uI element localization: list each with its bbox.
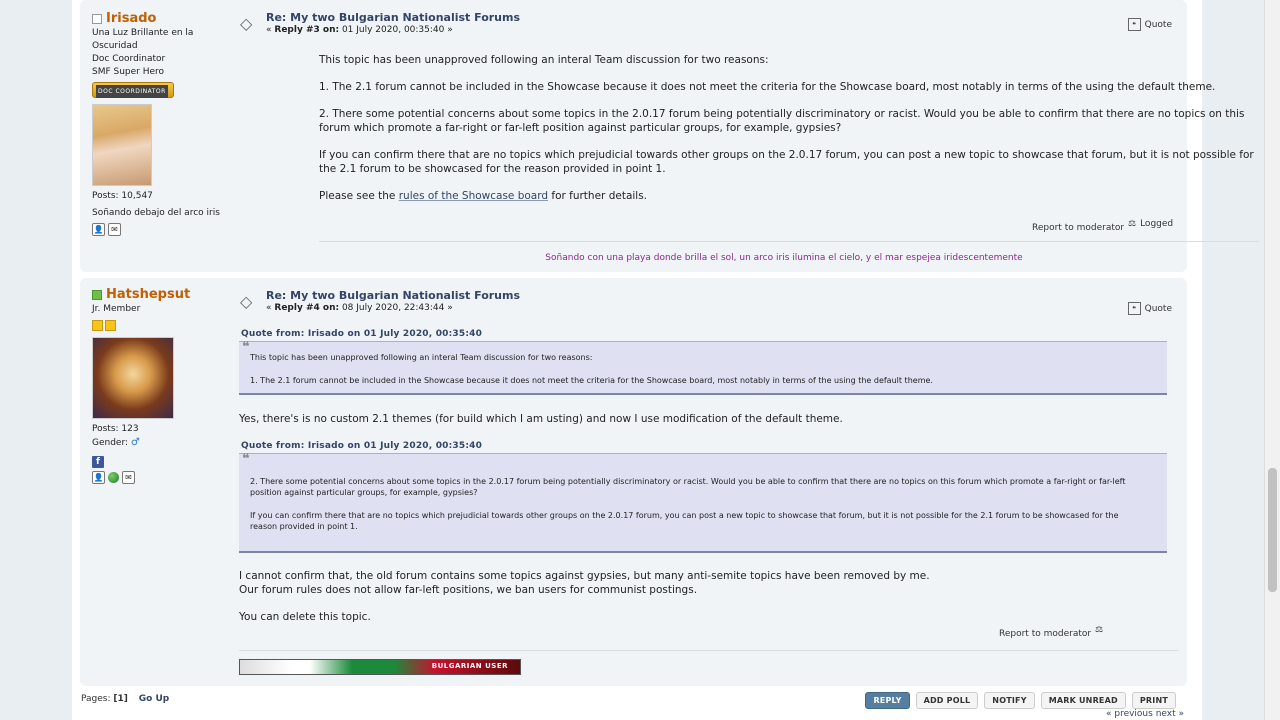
poster-position: Doc Coordinator (92, 54, 166, 64)
blockquote: ❝ 2. There some potential concerns about… (239, 451, 1167, 553)
quote-header[interactable]: Quote from: Irisado on 01 July 2020, 00:… (241, 329, 482, 339)
poster-title: Una Luz Brillante en la Oscuridad (92, 28, 194, 51)
star-icon (105, 320, 116, 331)
personal-text: Soñando debajo del arco iris (92, 208, 220, 218)
quote-icon: ❝ (1127, 302, 1141, 315)
poster-name[interactable]: Hatshepsut (106, 288, 190, 301)
quote-mark-icon: ❝ (242, 339, 250, 355)
notify-button[interactable]: NOTIFY (984, 692, 1035, 709)
reply-text: Yes, there's is no custom 2.1 themes (fo… (239, 413, 843, 425)
poster-info: Irisado Una Luz Brillante en la Oscurida… (92, 12, 232, 236)
offline-status-icon (92, 13, 102, 24)
logged-indicator: ⚖ Logged (1128, 219, 1174, 229)
logged-icon: ⚖ (1095, 625, 1104, 635)
report-to-moderator-link[interactable]: Report to moderator (1032, 223, 1124, 233)
quote-button[interactable]: ❝ Quote (1127, 302, 1172, 315)
star-icon (92, 320, 103, 331)
current-page: [1] (113, 694, 128, 704)
print-button[interactable]: PRINT (1131, 692, 1176, 709)
post-header: ◇ Re: My two Bulgarian Nationalist Forum… (240, 10, 1180, 40)
signature: Soñando con una playa donde brilla el so… (545, 253, 1023, 263)
gender: Gender: ♂ (92, 437, 140, 448)
scroll-thumb[interactable] (1268, 468, 1277, 592)
logged-icon: ⚖ (1128, 219, 1137, 229)
pm-icon[interactable]: ✉ (108, 223, 121, 236)
pm-icon[interactable]: ✉ (122, 471, 135, 484)
doc-coordinator-badge: DOC COORDINATOR (92, 82, 174, 98)
quote-button[interactable]: ❝ Quote (1127, 18, 1172, 31)
post-header: ◇ Re: My two Bulgarian Nationalist Forum… (240, 288, 1180, 318)
mark-unread-button[interactable]: MARK UNREAD (1040, 692, 1126, 709)
topic-icon: ◇ (240, 292, 253, 311)
signature-divider (239, 650, 1179, 651)
poster-info: Hatshepsut Jr. Member Posts: 123 Gender:… (92, 288, 232, 484)
post-meta: « Reply #4 on: 08 July 2020, 22:43:44 » (266, 303, 453, 313)
reply-button[interactable]: REPLY (865, 692, 910, 709)
avatar (92, 337, 174, 419)
topic-icon: ◇ (240, 14, 253, 33)
quote-icon: ❝ (1127, 18, 1141, 31)
prev-next-links[interactable]: « previous next » (1106, 709, 1184, 719)
facebook-icon[interactable]: f (92, 456, 104, 468)
reply-text: I cannot confirm that, the old forum con… (239, 570, 930, 623)
profile-icon[interactable]: 👤 (92, 471, 105, 484)
add-poll-button[interactable]: ADD POLL (915, 692, 979, 709)
signature-divider (319, 241, 1259, 242)
quote-mark-icon: ❝ (242, 451, 250, 467)
quote-header[interactable]: Quote from: Irisado on 01 July 2020, 00:… (241, 441, 482, 451)
post-count: Posts: 123 (92, 424, 139, 434)
poster-rank: Jr. Member (92, 304, 141, 314)
report-to-moderator-link[interactable]: Report to moderator (999, 629, 1091, 639)
online-status-icon (92, 289, 102, 300)
post-body: This topic has been unapproved following… (319, 54, 1254, 202)
topic-action-buttons: REPLY ADD POLL NOTIFY MARK UNREAD PRINT (865, 692, 1176, 709)
post-meta: « Reply #3 on: 01 July 2020, 00:35:40 » (266, 25, 453, 35)
poster-group: SMF Super Hero (92, 67, 165, 77)
post-subject[interactable]: Re: My two Bulgarian Nationalist Forums (266, 11, 520, 24)
website-icon[interactable] (108, 472, 119, 483)
post-count: Posts: 10,547 (92, 191, 153, 201)
go-up-link[interactable]: Go Up (139, 694, 169, 704)
pagination: Pages: [1] Go Up (81, 694, 170, 704)
poster-name[interactable]: Irisado (106, 12, 156, 25)
male-gender-icon: ♂ (130, 437, 140, 448)
scrollbar[interactable] (1264, 0, 1280, 720)
blockquote: ❝ This topic has been unapproved followi… (239, 339, 1167, 395)
showcase-rules-link[interactable]: rules of the Showcase board (399, 190, 548, 202)
avatar (92, 104, 152, 186)
bulgarian-user-banner: BULGARIAN USER (239, 659, 521, 675)
profile-icon[interactable]: 👤 (92, 223, 105, 236)
post-subject[interactable]: Re: My two Bulgarian Nationalist Forums (266, 289, 520, 302)
rank-stars (92, 320, 232, 331)
post-reply-3: Irisado Una Luz Brillante en la Oscurida… (80, 0, 1259, 272)
